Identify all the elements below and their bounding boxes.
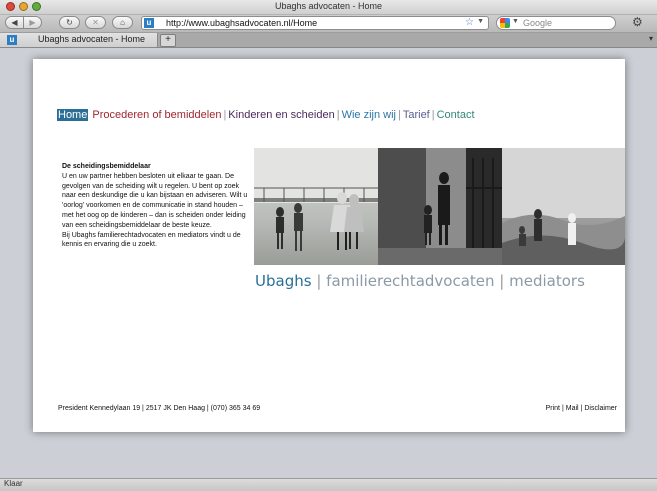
- stop-button[interactable]: ✕: [85, 16, 106, 29]
- tab-bar: u Ubaghs advocaten - Home + ▾: [0, 33, 657, 48]
- tab-list-icon[interactable]: ▾: [649, 34, 653, 43]
- address-bar[interactable]: u http://www.ubaghsadvocaten.nl/Home ☆ ▼: [141, 16, 489, 30]
- gear-icon[interactable]: ⚙: [632, 15, 643, 29]
- status-text: Klaar: [4, 479, 23, 488]
- brand-separator: |: [316, 272, 322, 290]
- footer-links: Print | Mail | Disclaimer: [546, 405, 617, 412]
- back-button[interactable]: ◀: [5, 16, 24, 29]
- window-titlebar: Ubaghs advocaten - Home: [0, 0, 657, 15]
- footer-separator: |: [561, 405, 564, 412]
- search-placeholder: Google: [523, 18, 553, 28]
- print-link[interactable]: Print: [546, 405, 560, 412]
- url-history-dropdown-icon[interactable]: ▼: [477, 18, 484, 25]
- disclaimer-link[interactable]: Disclaimer: [584, 405, 617, 412]
- photo-children-promenade: [254, 148, 378, 265]
- footer-separator: |: [580, 405, 583, 412]
- header-photo-strip: [254, 148, 625, 265]
- photo-gate-figures: [378, 148, 502, 265]
- site-favicon-icon: u: [144, 18, 154, 28]
- intro-paragraph: U en uw partner hebben besloten uit elka…: [62, 172, 248, 229]
- bookmark-star-icon[interactable]: ☆: [465, 17, 474, 28]
- tab-favicon-icon: u: [7, 35, 17, 45]
- menu-tarief-link[interactable]: Tarief: [402, 109, 431, 121]
- main-menu: Home Procederen of bemiddelen | Kinderen e…: [57, 109, 476, 123]
- window-title: Ubaghs advocaten - Home: [274, 1, 383, 11]
- mail-link[interactable]: Mail: [566, 405, 579, 412]
- brand-separator: |: [499, 272, 505, 290]
- brand-name: Ubaghs: [255, 272, 312, 290]
- reload-button[interactable]: ↻: [59, 16, 80, 29]
- menu-home-link[interactable]: Home: [57, 109, 89, 121]
- footer-address: President Kennedylaan 19 | 2517 JK Den H…: [58, 405, 261, 412]
- google-search-engine-icon[interactable]: [500, 18, 510, 28]
- tab-title: Ubaghs advocaten - Home: [38, 34, 146, 44]
- menu-wie-zijn-wij-link[interactable]: Wie zijn wij: [341, 109, 397, 121]
- menu-separator: |: [397, 109, 401, 121]
- menu-separator: |: [431, 109, 435, 121]
- menu-procederen-link[interactable]: Procederen of bemiddelen: [91, 109, 222, 121]
- new-tab-button[interactable]: +: [160, 34, 176, 47]
- photo-beach-rocks: [502, 148, 625, 265]
- browser-toolbar: ◀ ▶ ↻ ✕ ⌂ u http://www.ubaghsadvocaten.n…: [0, 15, 657, 33]
- home-button[interactable]: ⌂: [112, 16, 133, 29]
- menu-separator: |: [336, 109, 340, 121]
- web-page: Home Procederen of bemiddelen | Kinderen e…: [33, 59, 625, 432]
- menu-separator: |: [223, 109, 227, 121]
- menu-contact-link[interactable]: Contact: [436, 109, 476, 121]
- brand-tagline: Ubaghs | familierechtadvocaten | mediato…: [255, 272, 585, 290]
- intro-title: De scheidingsbemiddelaar: [62, 163, 151, 170]
- search-engine-dropdown-icon[interactable]: ▼: [512, 18, 519, 25]
- brand-mediators: mediators: [509, 272, 585, 290]
- brand-familierechtadvocaten: familierechtadvocaten: [326, 272, 495, 290]
- forward-button[interactable]: ▶: [23, 16, 42, 29]
- url-text[interactable]: http://www.ubaghsadvocaten.nl/Home: [166, 18, 317, 28]
- intro-text: De scheidingsbemiddelaar U en uw partner…: [62, 162, 253, 250]
- search-field[interactable]: ▼ Google: [496, 16, 616, 30]
- tab-home[interactable]: u Ubaghs advocaten - Home: [0, 33, 158, 47]
- menu-kinderen-link[interactable]: Kinderen en scheiden: [227, 109, 335, 121]
- status-bar: Klaar: [0, 478, 657, 491]
- intro-paragraph: Bij Ubaghs familierechtadvocaten en medi…: [62, 231, 241, 249]
